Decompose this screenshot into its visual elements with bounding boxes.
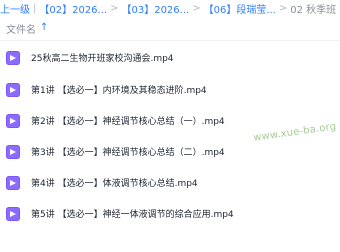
column-header-filename[interactable]: 文件名 (6, 21, 36, 36)
video-icon (6, 206, 20, 221)
breadcrumb: 上一级 | 【02】2026... > 【03】2026... > 【06】段瑞… (0, 0, 340, 16)
breadcrumb-up-level[interactable]: 上一级 (0, 1, 30, 16)
file-name: 第3讲 【选必一】神经调节核心总结（二）.mp4 (31, 148, 225, 158)
file-browser-page: { "breadcrumb": [ {"label": "上一级", "curr… (0, 0, 340, 252)
file-row[interactable]: 第3讲 【选必一】神经调节核心总结（二）.mp4 (0, 136, 340, 167)
file-name: 第5讲 【选必一】神经一体液调节的综合应用.mp4 (31, 210, 234, 220)
file-name: 25秋高二生物开班家校沟通会.mp4 (31, 54, 174, 64)
video-icon (6, 113, 20, 128)
breadcrumb-item-06[interactable]: 【06】段瑞莹... (204, 1, 276, 16)
video-icon (6, 50, 20, 65)
file-row[interactable]: 第2讲 【选必一】神经调节核心总结（一）.mp4 (0, 105, 340, 136)
file-list-header: 文件名 ↑ (0, 16, 340, 41)
file-row[interactable]: 第1讲 【选必一】内环境及其稳态进阶.mp4 (0, 74, 340, 105)
file-row[interactable]: 25秋高二生物开班家校沟通会.mp4 (0, 41, 340, 74)
file-list: 25秋高二生物开班家校沟通会.mp4 第1讲 【选必一】内环境及其稳态进阶.mp… (0, 41, 340, 252)
breadcrumb-item-03[interactable]: 【03】2026... (121, 1, 189, 16)
file-name: 第4讲 【选必一】体液调节核心总结.mp4 (31, 179, 198, 189)
file-row[interactable]: 第4讲 【选必一】体液调节核心总结.mp4 (0, 167, 340, 198)
breadcrumb-item-02[interactable]: 【02】2026... (39, 1, 107, 16)
file-name: 第2讲 【选必一】神经调节核心总结（一）.mp4 (31, 117, 225, 127)
breadcrumb-current: 02 秋季班【x... (290, 4, 340, 16)
file-name: 第1讲 【选必一】内环境及其稳态进阶.mp4 (31, 86, 207, 96)
video-icon (6, 175, 20, 190)
breadcrumb-separator: > (278, 2, 288, 14)
file-row[interactable]: 第5讲 【选必一】神经一体液调节的综合应用.mp4 (0, 198, 340, 229)
arrow-up-icon[interactable]: ↑ (40, 23, 50, 33)
breadcrumb-separator: | (33, 2, 37, 14)
video-icon (6, 82, 20, 97)
breadcrumb-separator: > (192, 2, 201, 14)
video-icon (6, 144, 20, 159)
breadcrumb-separator: > (110, 2, 119, 14)
